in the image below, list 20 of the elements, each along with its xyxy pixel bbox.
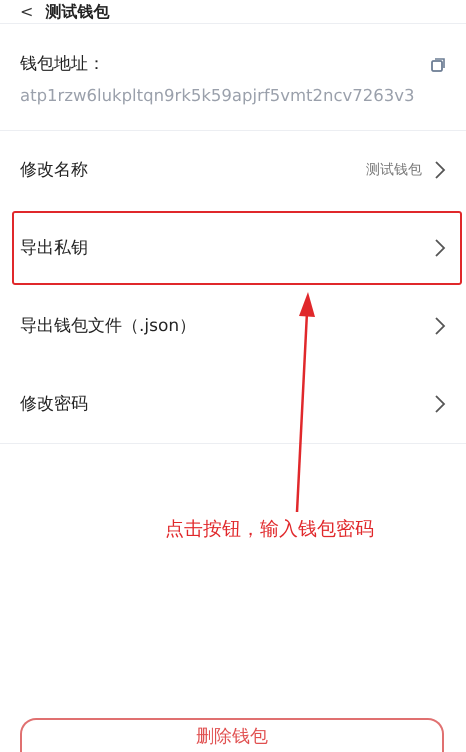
delete-wallet-button[interactable]: 删除钱包 [20, 718, 444, 752]
row-label: 修改密码 [20, 392, 88, 416]
row-value: 测试钱包 [366, 160, 422, 180]
chevron-right-icon [434, 160, 446, 180]
page-title: 测试钱包 [45, 4, 110, 20]
settings-row[interactable]: 导出私钥 [0, 209, 466, 288]
row-label: 修改名称 [20, 158, 88, 182]
copy-icon[interactable] [430, 56, 446, 73]
row-label: 导出钱包文件（.json） [20, 314, 196, 338]
annotation-text: 点击按钮，输入钱包密码 [165, 517, 374, 542]
chevron-right-icon [434, 394, 446, 414]
settings-row[interactable]: 导出钱包文件（.json） [0, 287, 466, 366]
address-label: 钱包地址： [20, 53, 105, 76]
settings-row[interactable]: 修改密码 [0, 365, 466, 444]
settings-row[interactable]: 修改名称 测试钱包 [0, 131, 466, 210]
chevron-right-icon [434, 316, 446, 336]
back-button[interactable]: < [20, 4, 34, 20]
chevron-right-icon [434, 238, 446, 258]
row-label: 导出私钥 [20, 236, 88, 260]
wallet-address: atp1rzw6lukpltqn9rk5k59apjrf5vmt2ncv7263v3 [20, 84, 416, 106]
